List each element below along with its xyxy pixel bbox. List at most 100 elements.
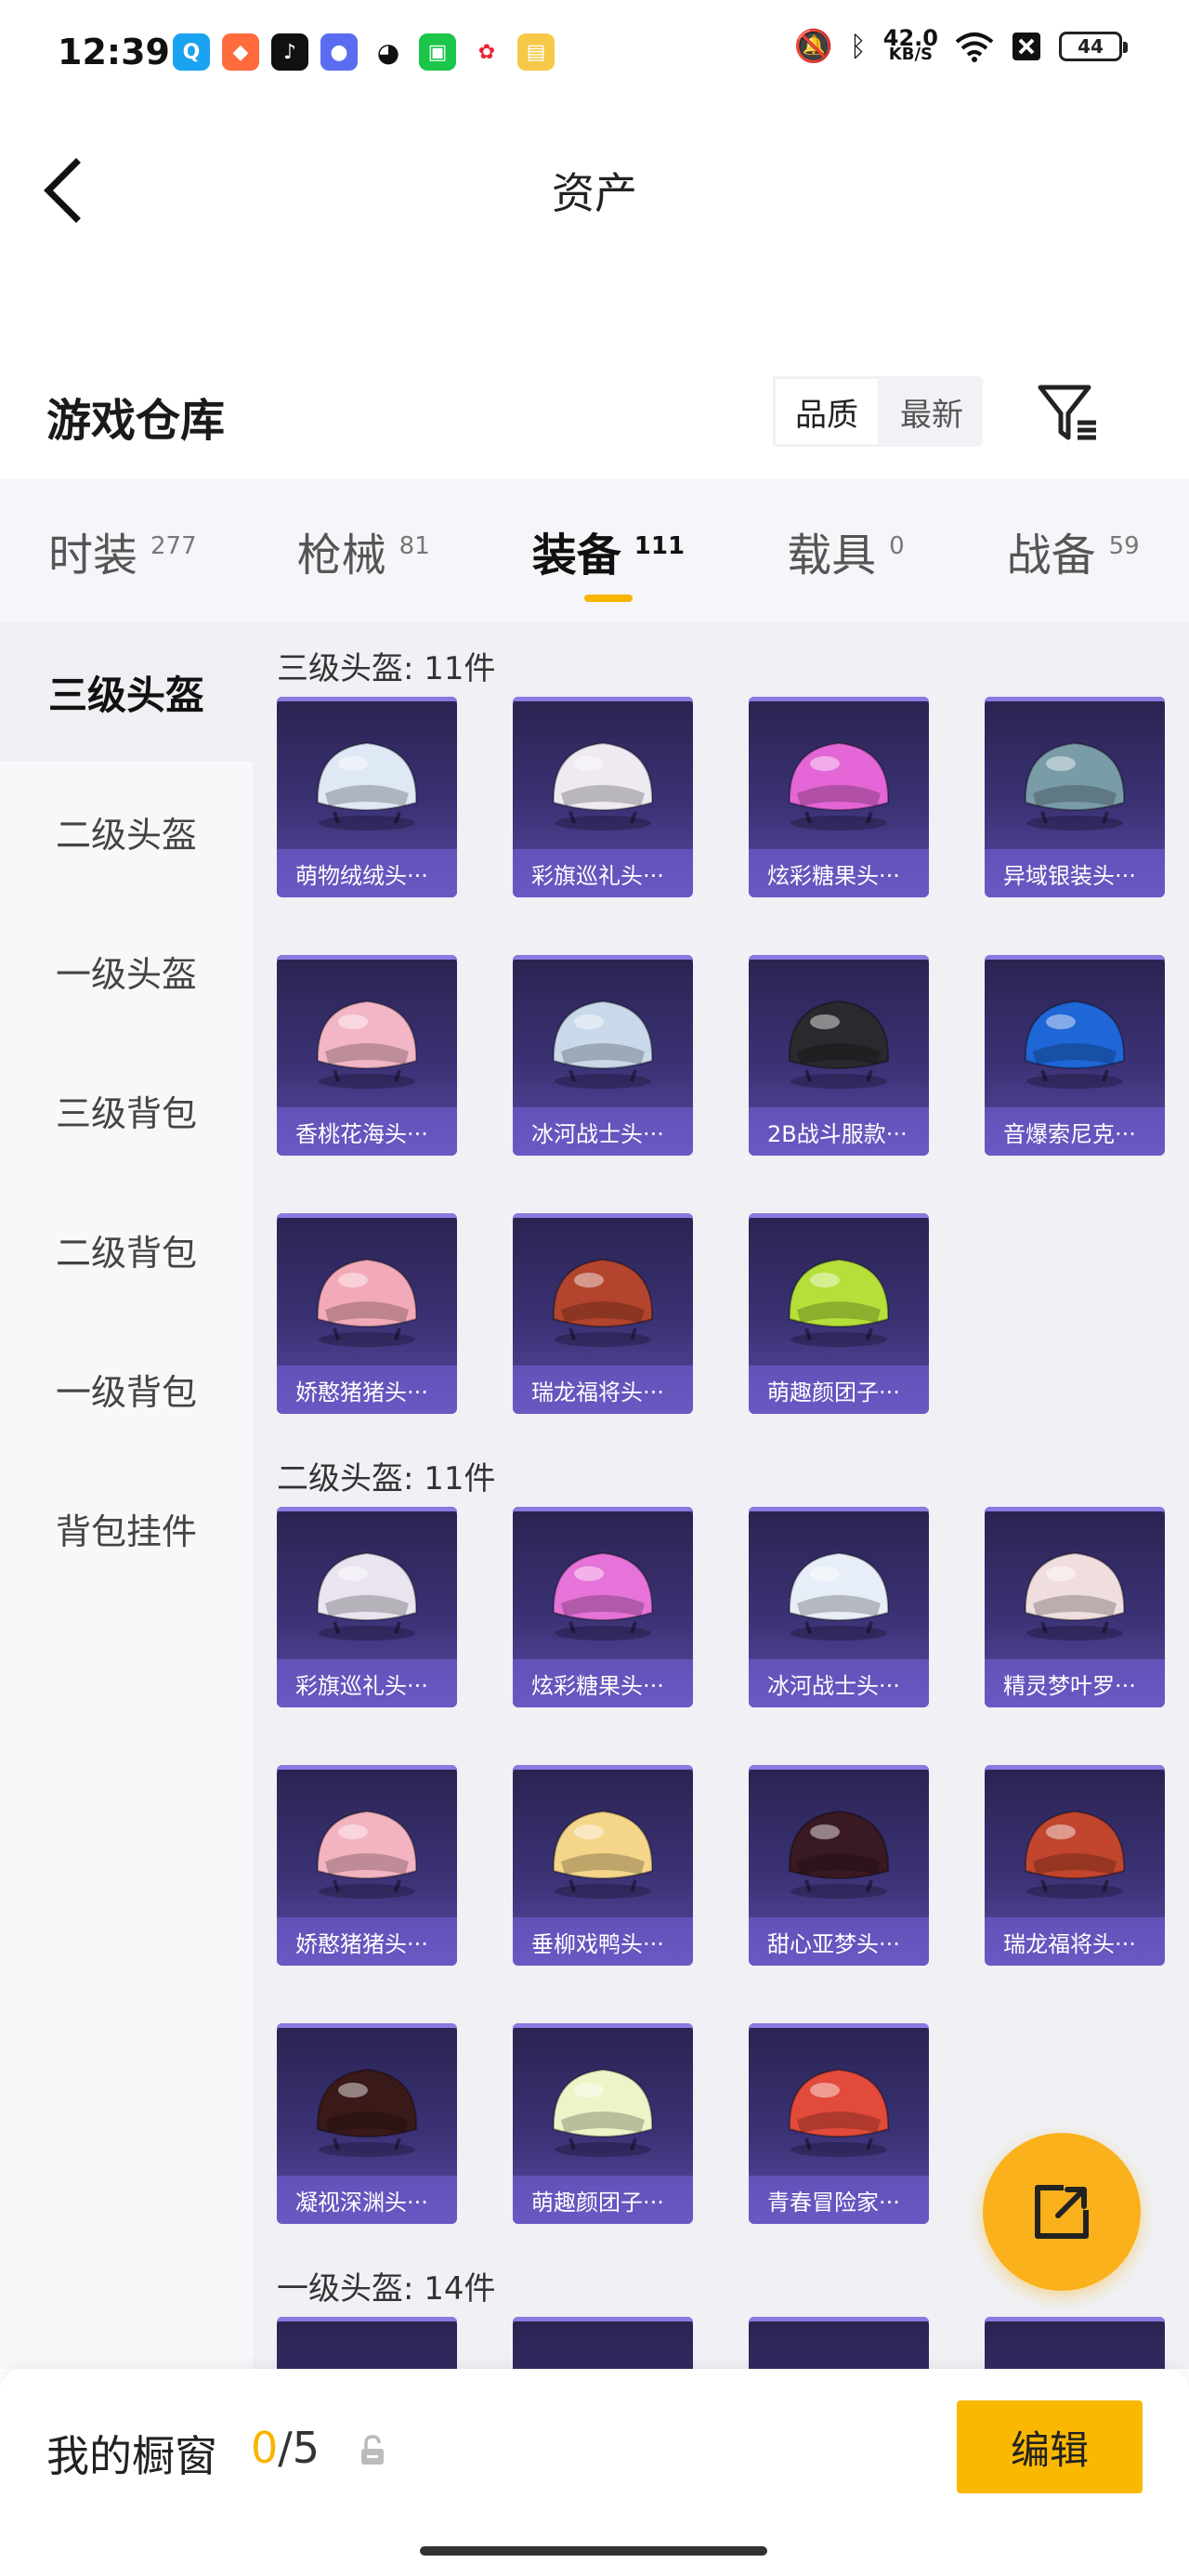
sort-newest-option[interactable]: 最新 <box>881 376 983 447</box>
category-tabs: 时装 277 枪械 81 装备 111 载具 0 战备 59 <box>0 478 1189 622</box>
helmet-icon <box>788 1000 890 1089</box>
tab-count: 81 <box>399 531 430 560</box>
sidebar-item-level2-backpack[interactable]: 二级背包 <box>0 1180 253 1319</box>
item-name: 音爆索尼克··· <box>985 1107 1165 1156</box>
item-card[interactable]: 香桃花海头··· <box>277 955 457 1156</box>
item-card[interactable]: 瑞龙福将头··· <box>985 1765 1165 1966</box>
lock-icon <box>361 2435 384 2465</box>
item-card[interactable] <box>985 2317 1165 2369</box>
tab-label: 战备 <box>1006 529 1096 582</box>
tab-vehicles[interactable]: 载具 0 <box>787 478 905 622</box>
helmet-icon <box>316 1000 418 1089</box>
item-card[interactable]: 冰河战士头··· <box>513 955 693 1156</box>
item-card[interactable]: 彩旗巡礼头··· <box>277 1507 457 1707</box>
tab-supplies[interactable]: 战备 59 <box>1007 478 1140 622</box>
showcase-current: 0 <box>251 2423 279 2473</box>
wechat-icon: ◕ <box>370 33 407 71</box>
helmet-icon <box>1024 741 1126 830</box>
tab-weapons[interactable]: 枪械 81 <box>297 478 430 622</box>
item-name: 冰河战士头··· <box>749 1659 929 1707</box>
helmet-icon <box>788 1810 890 1899</box>
item-name: 垂柳戏鸭头··· <box>513 1917 693 1966</box>
helmet-icon <box>788 2068 890 2157</box>
bluetooth-icon: ᛒ <box>849 30 867 63</box>
warehouse-header: 游戏仓库 品质 最新 <box>0 358 1189 478</box>
edit-button[interactable]: 编辑 <box>957 2400 1143 2493</box>
tiktok-icon: ♪ <box>271 33 308 71</box>
share-button[interactable] <box>983 2133 1141 2291</box>
notes-icon: ▤ <box>517 33 555 71</box>
helmet-icon <box>788 1551 890 1641</box>
tab-fashion[interactable]: 时装 277 <box>48 478 197 622</box>
item-grid-area[interactable]: 三级头盔: 11件萌物绒绒头··· 彩旗巡礼头··· 炫彩糖果头··· 异域银装头··… <box>253 622 1189 2369</box>
item-card[interactable]: 萌趣颜团子··· <box>513 2023 693 2224</box>
sidebar-item-level1-backpack[interactable]: 一级背包 <box>0 1319 253 1458</box>
item-name: 萌趣颜团子··· <box>749 1366 929 1414</box>
item-card[interactable]: 凝视深渊头··· <box>277 2023 457 2224</box>
sort-quality-option[interactable]: 品质 <box>773 376 881 447</box>
home-indicator <box>420 2546 767 2556</box>
item-card[interactable]: 2B战斗服款··· <box>749 955 929 1156</box>
sort-toggle: 品质 最新 <box>773 376 983 447</box>
helmet-icon <box>552 1810 654 1899</box>
share-external-icon <box>1035 2185 1089 2239</box>
helmet-icon <box>552 1258 654 1347</box>
item-name: 异域银装头··· <box>985 849 1165 897</box>
item-card[interactable] <box>513 2317 693 2369</box>
item-card[interactable]: 萌趣颜团子··· <box>749 1213 929 1414</box>
showcase-max: 5 <box>292 2423 320 2473</box>
item-card[interactable]: 娇憨猪猪头··· <box>277 1765 457 1966</box>
speed-unit: KB/S <box>888 45 933 64</box>
sidebar-item-backpack-charm[interactable]: 背包挂件 <box>0 1458 253 1598</box>
item-card[interactable]: 青春冒险家··· <box>749 2023 929 2224</box>
helmet-icon <box>788 741 890 830</box>
item-card[interactable]: 垂柳戏鸭头··· <box>513 1765 693 1966</box>
item-name: 香桃花海头··· <box>277 1107 457 1156</box>
game-icon: ◆ <box>222 33 259 71</box>
item-card[interactable]: 冰河战士头··· <box>749 1507 929 1707</box>
helmet-icon <box>316 741 418 830</box>
item-card[interactable]: 萌物绒绒头··· <box>277 697 457 897</box>
sidebar-item-level2-helmet[interactable]: 二级头盔 <box>0 762 253 901</box>
item-name: 萌趣颜团子··· <box>513 2176 693 2224</box>
item-card[interactable]: 彩旗巡礼头··· <box>513 697 693 897</box>
group-title: 三级头盔: 11件 <box>277 650 496 687</box>
battery-level: 44 <box>1078 35 1104 58</box>
item-name: 甜心亚梦头··· <box>749 1917 929 1966</box>
tab-count: 59 <box>1108 531 1140 560</box>
helmet-icon <box>1024 1551 1126 1641</box>
item-name: 冰河战士头··· <box>513 1107 693 1156</box>
filter-button[interactable] <box>1031 378 1102 449</box>
tab-equipment[interactable]: 装备 111 <box>532 478 685 622</box>
item-card[interactable] <box>277 2317 457 2369</box>
helmet-icon <box>1024 1000 1126 1089</box>
item-card[interactable]: 异域银装头··· <box>985 697 1165 897</box>
item-name: 炫彩糖果头··· <box>513 1659 693 1707</box>
top-nav-bar: 资产 <box>0 102 1189 269</box>
helmet-icon <box>552 1551 654 1641</box>
item-name: 娇憨猪猪头··· <box>277 1917 457 1966</box>
status-indicators: 🔕 ᛒ 42.0 KB/S 44 <box>793 27 1128 65</box>
item-name: 精灵梦叶罗··· <box>985 1659 1165 1707</box>
item-card[interactable]: 甜心亚梦头··· <box>749 1765 929 1966</box>
app-icon: ▣ <box>419 33 456 71</box>
helmet-icon <box>1024 1810 1126 1899</box>
item-name: 彩旗巡礼头··· <box>513 849 693 897</box>
item-card[interactable]: 精灵梦叶罗··· <box>985 1507 1165 1707</box>
group-title: 二级头盔: 11件 <box>277 1460 496 1497</box>
item-card[interactable] <box>749 2317 929 2369</box>
sidebar-item-level1-helmet[interactable]: 一级头盔 <box>0 901 253 1040</box>
helmet-icon <box>316 1551 418 1641</box>
app-icon: ● <box>320 33 358 71</box>
item-card[interactable]: 炫彩糖果头··· <box>749 697 929 897</box>
tab-label: 载具 <box>787 529 877 582</box>
sidebar-item-level3-backpack[interactable]: 三级背包 <box>0 1040 253 1180</box>
item-card[interactable]: 炫彩糖果头··· <box>513 1507 693 1707</box>
sidebar-item-level3-helmet[interactable]: 三级头盔 <box>0 622 253 762</box>
tab-count: 111 <box>634 531 686 560</box>
item-card[interactable]: 音爆索尼克··· <box>985 955 1165 1156</box>
item-card[interactable]: 娇憨猪猪头··· <box>277 1213 457 1414</box>
item-card[interactable]: 瑞龙福将头··· <box>513 1213 693 1414</box>
item-name: 娇憨猪猪头··· <box>277 1366 457 1414</box>
filter-icon <box>1038 385 1096 440</box>
